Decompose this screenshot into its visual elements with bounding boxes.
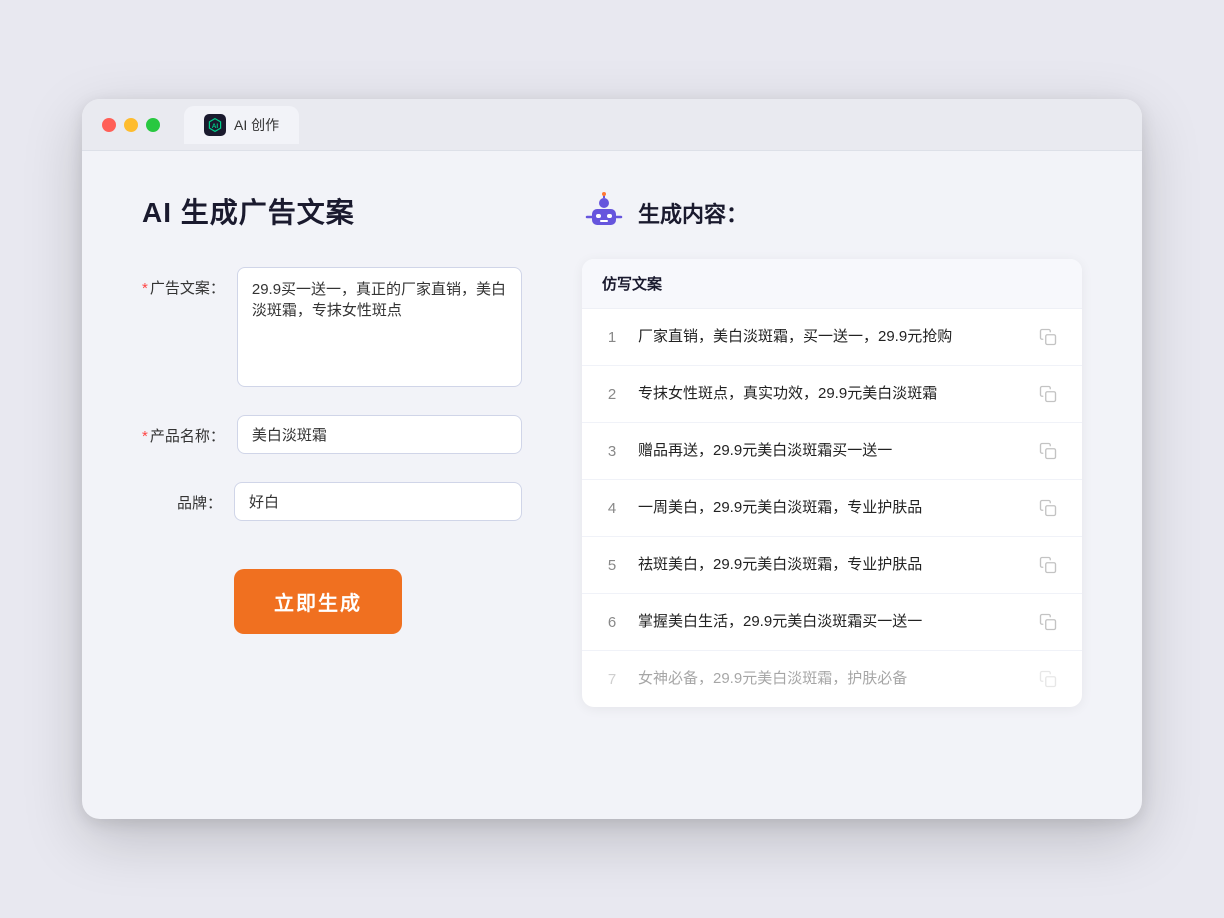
robot-icon [582, 191, 626, 235]
table-row: 5 祛斑美白，29.9元美白淡斑霜，专业护肤品 [582, 537, 1082, 594]
row-number: 5 [602, 557, 622, 574]
copy-button[interactable] [1034, 551, 1062, 579]
brand-input[interactable] [234, 482, 522, 521]
required-star-2: * [142, 428, 148, 445]
left-panel: AI 生成广告文案 *广告文案： *产品名称： 品牌： 立 [142, 191, 522, 771]
ai-tab[interactable]: AI AI 创作 [184, 106, 299, 144]
row-text: 专抹女性斑点，真实功效，29.9元美白淡斑霜 [638, 383, 1018, 406]
traffic-lights [102, 118, 160, 132]
main-content: AI 生成广告文案 *广告文案： *产品名称： 品牌： 立 [82, 151, 1142, 811]
row-text: 厂家直销，美白淡斑霜，买一送一，29.9元抢购 [638, 326, 1018, 349]
right-panel-title: 生成内容： [638, 197, 748, 229]
row-text: 掌握美白生活，29.9元美白淡斑霜买一送一 [638, 611, 1018, 634]
copy-icon [1039, 328, 1057, 346]
required-star-1: * [142, 280, 148, 297]
row-number: 1 [602, 329, 622, 346]
row-text: 赠品再送，29.9元美白淡斑霜买一送一 [638, 440, 1018, 463]
maximize-button[interactable] [146, 118, 160, 132]
close-button[interactable] [102, 118, 116, 132]
page-title: AI 生成广告文案 [142, 191, 522, 231]
row-number: 7 [602, 671, 622, 688]
copy-button[interactable] [1034, 380, 1062, 408]
table-row: 1 厂家直销，美白淡斑霜，买一送一，29.9元抢购 [582, 309, 1082, 366]
product-name-label: *产品名称： [142, 415, 225, 446]
generate-button[interactable]: 立即生成 [234, 569, 402, 634]
brand-group: 品牌： [142, 482, 522, 521]
table-row: 3 赠品再送，29.9元美白淡斑霜买一送一 [582, 423, 1082, 480]
results-table: 仿写文案 1 厂家直销，美白淡斑霜，买一送一，29.9元抢购 2 专抹女性斑点，… [582, 259, 1082, 707]
ad-copy-group: *广告文案： [142, 267, 522, 387]
row-number: 3 [602, 443, 622, 460]
copy-icon [1039, 670, 1057, 688]
minimize-button[interactable] [124, 118, 138, 132]
copy-icon [1039, 499, 1057, 517]
row-text: 祛斑美白，29.9元美白淡斑霜，专业护肤品 [638, 554, 1018, 577]
product-name-group: *产品名称： [142, 415, 522, 454]
copy-button[interactable] [1034, 494, 1062, 522]
row-text: 女神必备，29.9元美白淡斑霜，护肤必备 [638, 668, 1018, 691]
table-header: 仿写文案 [582, 259, 1082, 309]
copy-button[interactable] [1034, 323, 1062, 351]
table-row: 7 女神必备，29.9元美白淡斑霜，护肤必备 [582, 651, 1082, 707]
browser-window: AI AI 创作 AI 生成广告文案 *广告文案： *产品名称： [82, 99, 1142, 819]
copy-icon [1039, 556, 1057, 574]
right-header: 生成内容： [582, 191, 1082, 235]
svg-text:AI: AI [212, 122, 219, 129]
copy-button[interactable] [1034, 608, 1062, 636]
table-row: 6 掌握美白生活，29.9元美白淡斑霜买一送一 [582, 594, 1082, 651]
product-name-input[interactable] [237, 415, 522, 454]
row-number: 6 [602, 614, 622, 631]
table-row: 2 专抹女性斑点，真实功效，29.9元美白淡斑霜 [582, 366, 1082, 423]
ai-tab-icon: AI [204, 114, 226, 136]
tab-label: AI 创作 [234, 115, 279, 135]
row-number: 2 [602, 386, 622, 403]
copy-button[interactable] [1034, 665, 1062, 693]
right-panel: 生成内容： 仿写文案 1 厂家直销，美白淡斑霜，买一送一，29.9元抢购 2 专… [582, 191, 1082, 771]
table-row: 4 一周美白，29.9元美白淡斑霜，专业护肤品 [582, 480, 1082, 537]
copy-button[interactable] [1034, 437, 1062, 465]
copy-icon [1039, 442, 1057, 460]
row-text: 一周美白，29.9元美白淡斑霜，专业护肤品 [638, 497, 1018, 520]
row-number: 4 [602, 500, 622, 517]
copy-icon [1039, 613, 1057, 631]
ad-copy-label: *广告文案： [142, 267, 225, 298]
copy-icon [1039, 385, 1057, 403]
brand-label: 品牌： [142, 482, 222, 513]
titlebar: AI AI 创作 [82, 99, 1142, 151]
ad-copy-input[interactable] [237, 267, 522, 387]
